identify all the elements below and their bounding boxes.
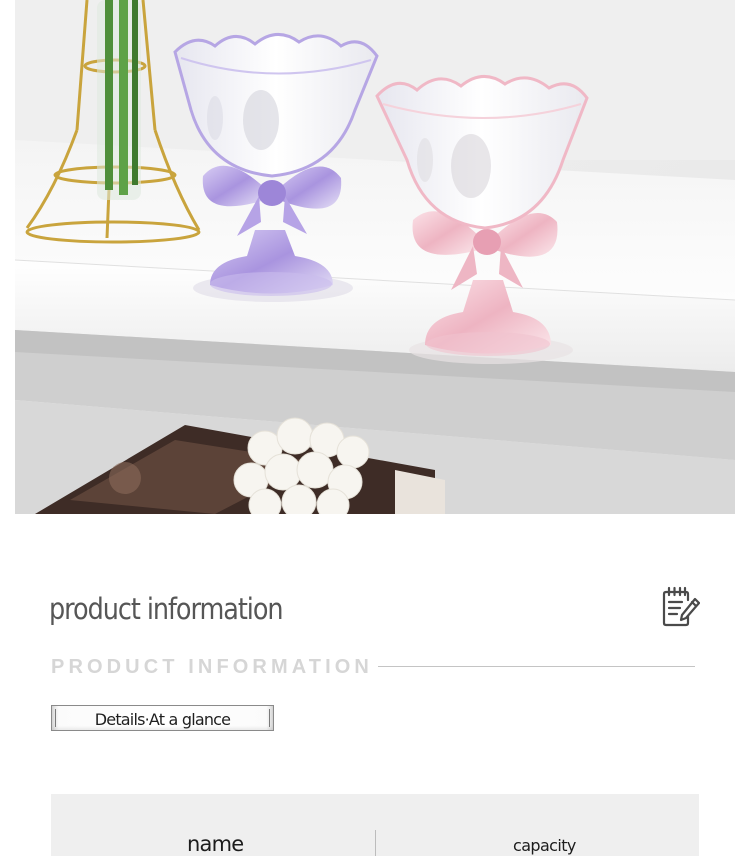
details-tag-label: Details·At a glance: [94, 710, 231, 729]
table-header-name: name: [187, 832, 244, 856]
product-photo: [15, 0, 735, 514]
subtitle-divider: [378, 666, 695, 667]
table-column-divider: [375, 830, 376, 856]
spec-table: name capacity: [51, 794, 699, 856]
details-tag: Details·At a glance: [51, 705, 274, 731]
table-header-capacity: capacity: [513, 836, 576, 855]
notepad-edit-icon: [662, 586, 701, 628]
section-title: product information: [49, 592, 284, 626]
section-subtitle: PRODUCT INFORMATION: [51, 656, 373, 678]
